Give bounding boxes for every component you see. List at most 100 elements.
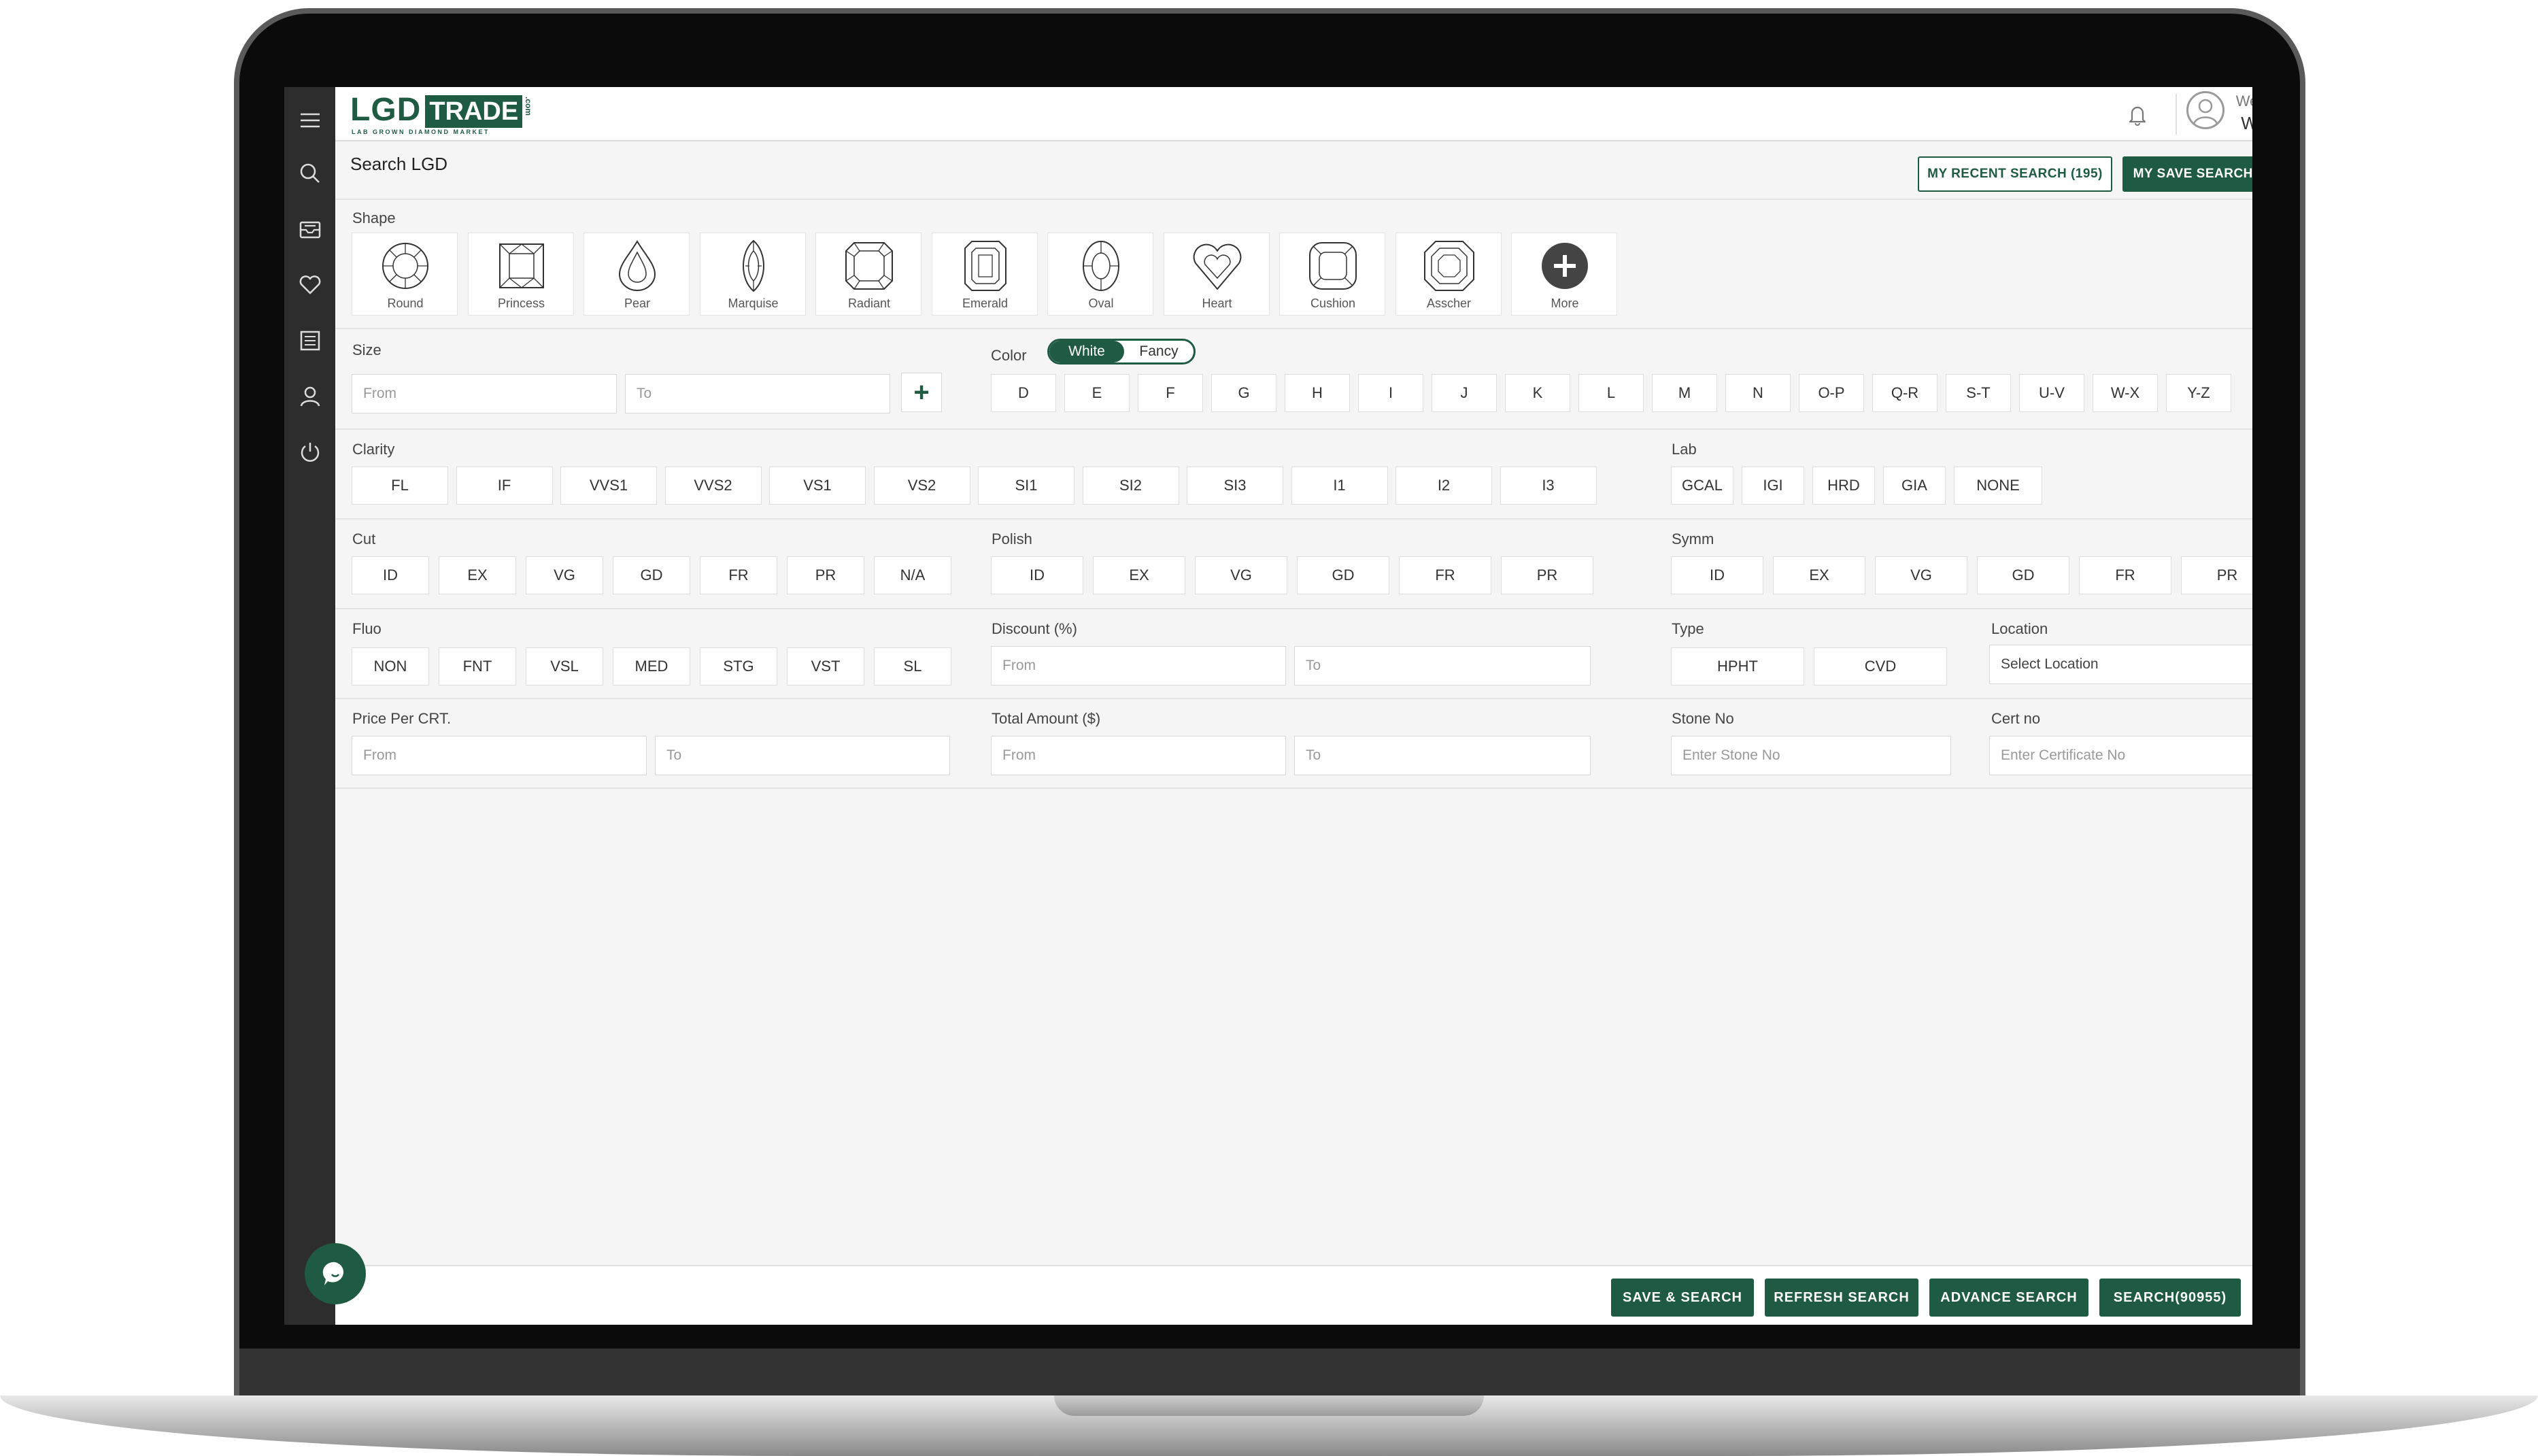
menu-button[interactable] — [284, 97, 335, 144]
lab-option-igi[interactable]: IGI — [1742, 467, 1804, 505]
symm-option-fr[interactable]: FR — [2079, 556, 2171, 594]
fluo-option-stg[interactable]: STG — [700, 647, 777, 685]
cut-option-id[interactable]: ID — [352, 556, 429, 594]
sidebar-item-profile[interactable] — [284, 373, 335, 420]
fluo-option-sl[interactable]: SL — [874, 647, 951, 685]
advance-search-button[interactable]: ADVANCE SEARCH — [1929, 1279, 2088, 1317]
shape-option-more[interactable]: More — [1511, 233, 1617, 316]
color-option-m[interactable]: M — [1652, 374, 1717, 412]
sidebar-item-orders[interactable] — [284, 317, 335, 365]
sidebar-item-search[interactable] — [284, 150, 335, 197]
lab-option-hrd[interactable]: HRD — [1812, 467, 1875, 505]
clarity-option-if[interactable]: IF — [456, 467, 553, 505]
shape-option-round[interactable]: Round — [352, 233, 458, 316]
color-option-q-r[interactable]: Q-R — [1872, 374, 1938, 412]
color-option-y-z[interactable]: Y-Z — [2166, 374, 2231, 412]
sidebar-item-wishlist[interactable] — [284, 261, 335, 309]
recent-search-button[interactable]: MY RECENT SEARCH (195) — [1918, 156, 2112, 192]
cut-option-vg[interactable]: VG — [526, 556, 603, 594]
cut-option-n-a[interactable]: N/A — [874, 556, 951, 594]
toggle-fancy[interactable]: Fancy — [1124, 341, 1194, 362]
sidebar-item-logout[interactable] — [284, 428, 335, 476]
color-option-f[interactable]: F — [1138, 374, 1203, 412]
color-type-toggle[interactable]: White Fancy — [1047, 339, 1196, 365]
color-option-n[interactable]: N — [1725, 374, 1791, 412]
fluo-option-vst[interactable]: VST — [787, 647, 864, 685]
clarity-option-vvs2[interactable]: VVS2 — [664, 467, 762, 505]
shape-option-pear[interactable]: Pear — [583, 233, 690, 316]
clarity-option-i3[interactable]: I3 — [1500, 467, 1597, 505]
chat-button[interactable] — [305, 1243, 366, 1304]
size-to-input[interactable]: To — [625, 374, 890, 413]
symm-option-vg[interactable]: VG — [1875, 556, 1967, 594]
color-option-j[interactable]: J — [1432, 374, 1497, 412]
symm-option-ex[interactable]: EX — [1773, 556, 1865, 594]
fluo-option-non[interactable]: NON — [352, 647, 429, 685]
lab-option-gia[interactable]: GIA — [1883, 467, 1946, 505]
polish-option-vg[interactable]: VG — [1195, 556, 1287, 594]
polish-option-gd[interactable]: GD — [1297, 556, 1389, 594]
discount-to-input[interactable]: To — [1294, 646, 1591, 685]
color-option-w-x[interactable]: W-X — [2093, 374, 2158, 412]
color-option-i[interactable]: I — [1358, 374, 1423, 412]
type-option-cvd[interactable]: CVD — [1814, 647, 1947, 685]
bell-icon[interactable] — [2124, 101, 2151, 128]
refresh-search-button[interactable]: REFRESH SEARCH — [1765, 1279, 1918, 1317]
logo[interactable]: LGD TRADE .com — [350, 92, 533, 128]
clarity-option-vvs1[interactable]: VVS1 — [560, 467, 657, 505]
clarity-option-vs1[interactable]: VS1 — [769, 467, 866, 505]
color-option-g[interactable]: G — [1211, 374, 1276, 412]
color-option-l[interactable]: L — [1578, 374, 1644, 412]
search-button[interactable]: SEARCH(90955) — [2099, 1279, 2241, 1317]
cut-option-gd[interactable]: GD — [613, 556, 690, 594]
clarity-option-si1[interactable]: SI1 — [978, 467, 1075, 505]
stone-no-input[interactable]: Enter Stone No — [1671, 736, 1951, 775]
shape-option-cushion[interactable]: Cushion — [1279, 233, 1385, 316]
polish-option-pr[interactable]: PR — [1501, 556, 1593, 594]
save-search-button[interactable]: MY SAVE SEARCH (5) — [2122, 156, 2252, 192]
size-from-input[interactable]: From — [352, 374, 617, 413]
shape-option-emerald[interactable]: Emerald — [931, 233, 1038, 316]
cert-no-input[interactable]: Enter Certificate No — [1989, 736, 2252, 775]
add-size-button[interactable]: + — [901, 373, 942, 412]
color-option-d[interactable]: D — [991, 374, 1056, 412]
shape-option-oval[interactable]: Oval — [1047, 233, 1153, 316]
cut-option-fr[interactable]: FR — [700, 556, 777, 594]
shape-option-asscher[interactable]: Asscher — [1395, 233, 1502, 316]
clarity-option-vs2[interactable]: VS2 — [873, 467, 970, 505]
cut-option-ex[interactable]: EX — [439, 556, 516, 594]
fluo-option-vsl[interactable]: VSL — [526, 647, 603, 685]
clarity-option-si2[interactable]: SI2 — [1082, 467, 1179, 505]
color-option-o-p[interactable]: O-P — [1799, 374, 1864, 412]
color-option-k[interactable]: K — [1505, 374, 1570, 412]
clarity-option-si3[interactable]: SI3 — [1187, 467, 1283, 505]
fluo-option-med[interactable]: MED — [613, 647, 690, 685]
price-from-input[interactable]: From — [352, 736, 647, 775]
price-to-input[interactable]: To — [655, 736, 950, 775]
lab-option-gcal[interactable]: GCAL — [1671, 467, 1733, 505]
color-option-h[interactable]: H — [1285, 374, 1350, 412]
amount-from-input[interactable]: From — [991, 736, 1286, 775]
amount-to-input[interactable]: To — [1294, 736, 1591, 775]
polish-option-id[interactable]: ID — [991, 556, 1083, 594]
color-option-s-t[interactable]: S-T — [1946, 374, 2011, 412]
location-select[interactable]: Select Location — [1989, 645, 2252, 684]
clarity-option-i1[interactable]: I1 — [1291, 467, 1388, 505]
symm-option-id[interactable]: ID — [1671, 556, 1763, 594]
shape-option-heart[interactable]: Heart — [1163, 233, 1270, 316]
save-and-search-button[interactable]: SAVE & SEARCH — [1611, 1279, 1754, 1317]
color-option-u-v[interactable]: U-V — [2019, 374, 2084, 412]
polish-option-fr[interactable]: FR — [1399, 556, 1491, 594]
lab-option-none[interactable]: NONE — [1954, 467, 2042, 505]
clarity-option-fl[interactable]: FL — [352, 467, 448, 505]
polish-option-ex[interactable]: EX — [1093, 556, 1185, 594]
shape-option-princess[interactable]: Princess — [467, 233, 574, 316]
symm-option-pr[interactable]: PR — [2181, 556, 2252, 594]
shape-option-radiant[interactable]: Radiant — [815, 233, 921, 316]
type-option-hpht[interactable]: HPHT — [1671, 647, 1804, 685]
clarity-option-i2[interactable]: I2 — [1395, 467, 1492, 505]
shape-option-marquise[interactable]: Marquise — [699, 233, 806, 316]
cut-option-pr[interactable]: PR — [787, 556, 864, 594]
toggle-white[interactable]: White — [1049, 341, 1124, 362]
fluo-option-fnt[interactable]: FNT — [439, 647, 516, 685]
